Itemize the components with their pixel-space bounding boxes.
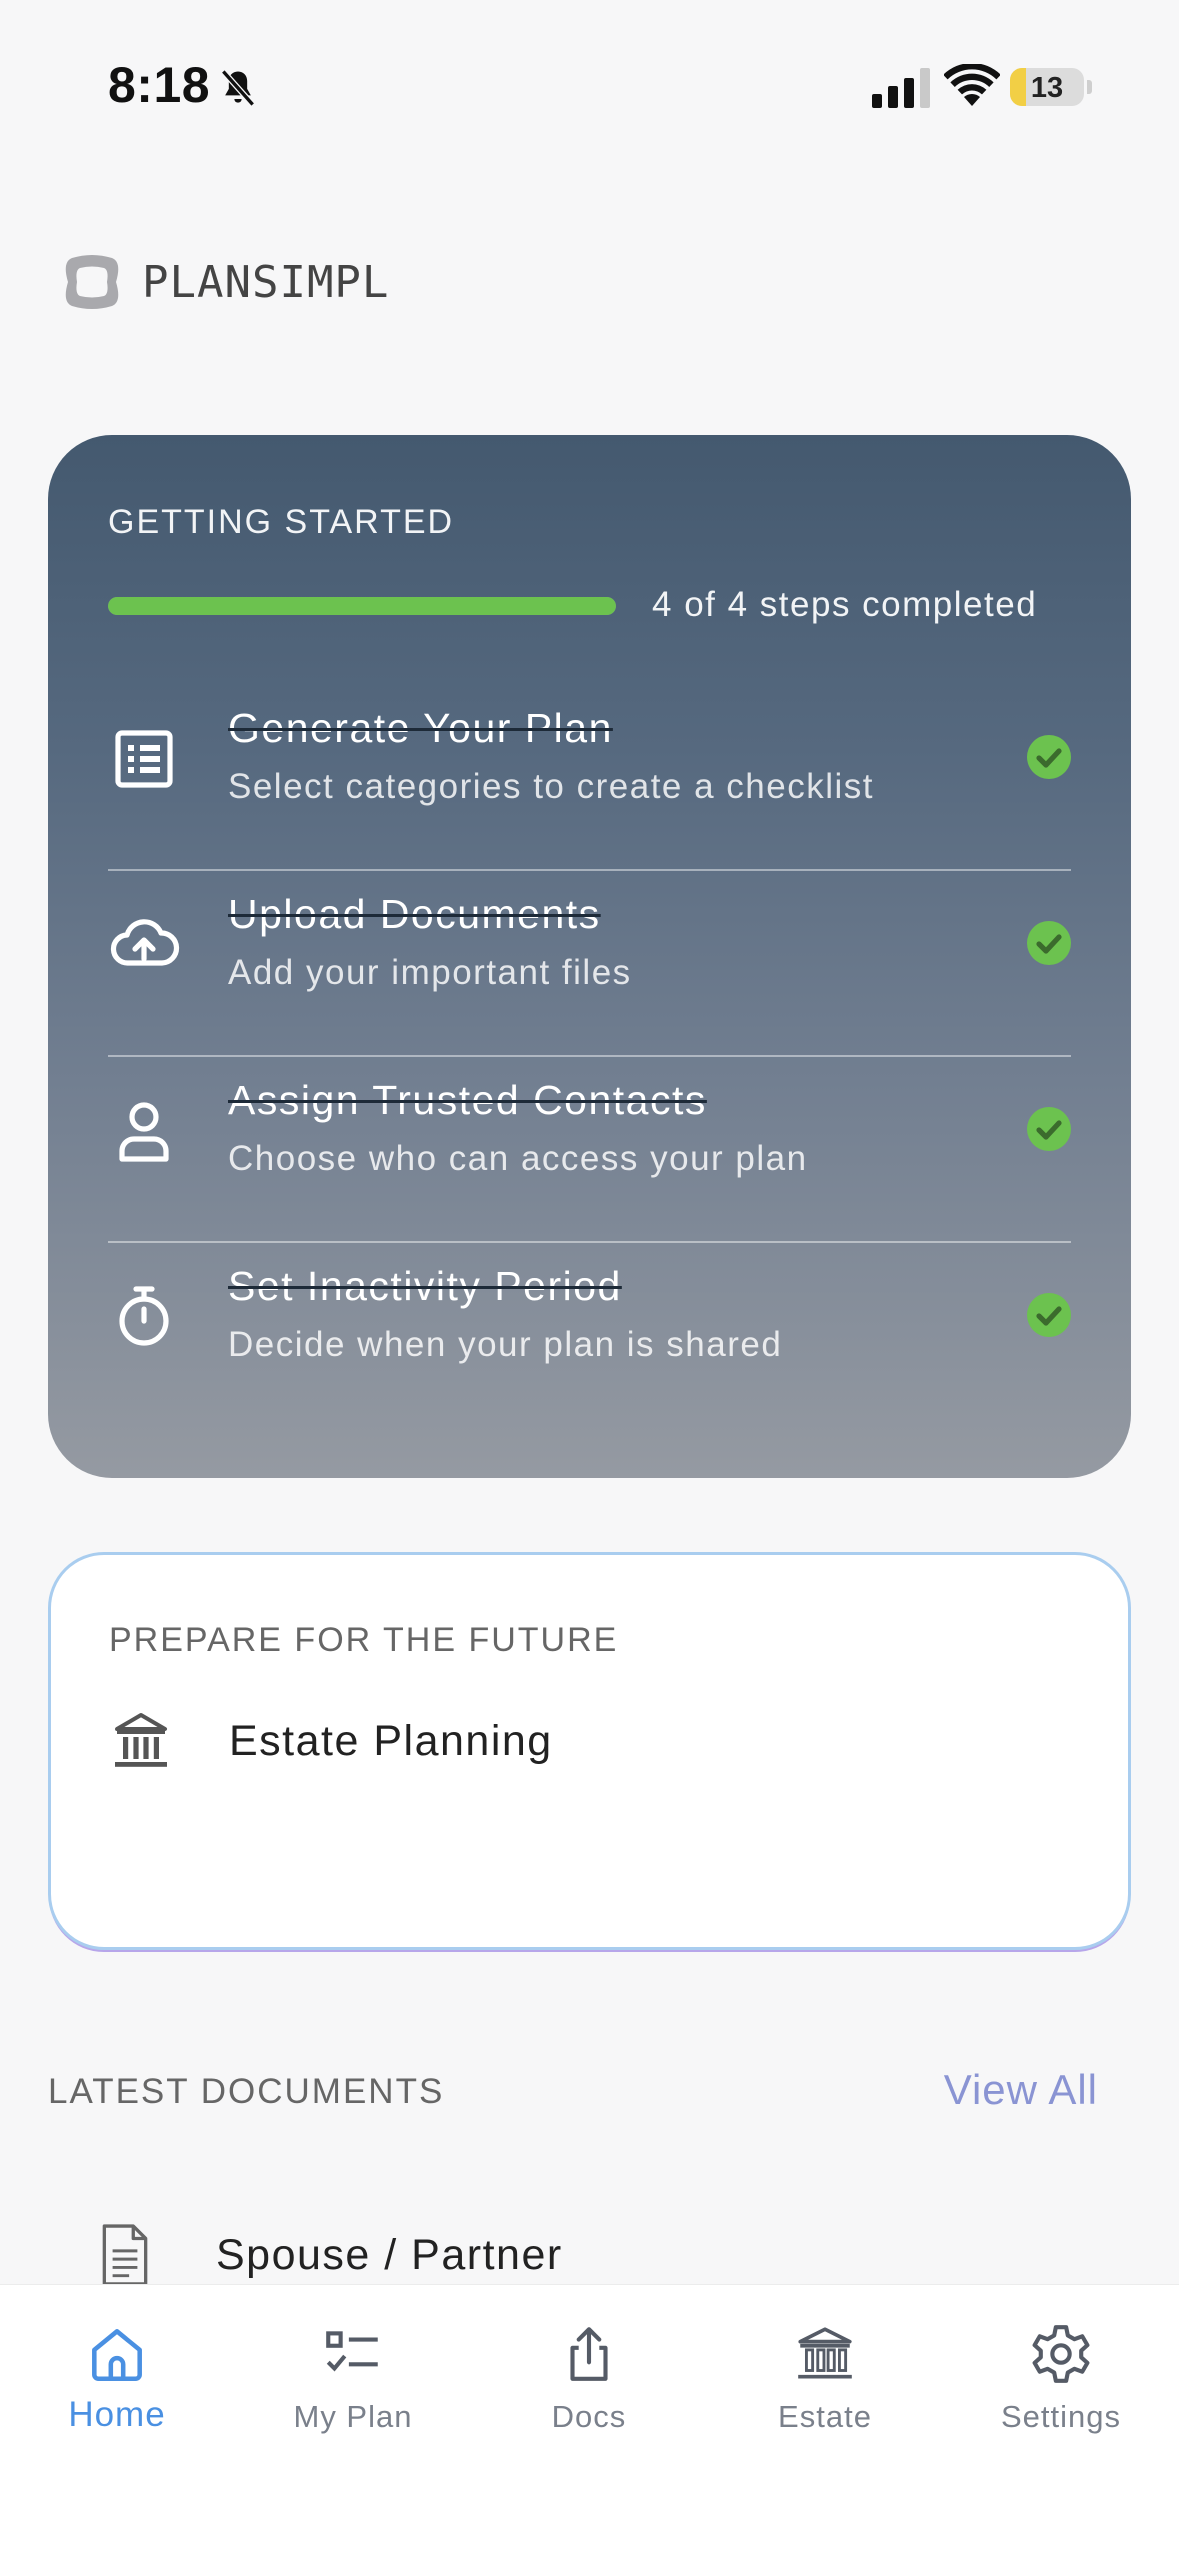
bank-icon (115, 1713, 167, 1767)
step-subtitle: Decide when your plan is shared (228, 1325, 783, 1364)
check-circle-icon (1027, 1293, 1071, 1337)
bell-muted-icon (221, 69, 255, 107)
step-upload-documents[interactable]: Upload Documents Add your important file… (108, 871, 1071, 1057)
step-title: Set Inactivity Period (228, 1263, 622, 1309)
home-icon (92, 2329, 142, 2382)
step-title: Generate Your Plan (228, 705, 613, 751)
bottom-tab-bar: Home My Plan Docs Estate Settings (0, 2284, 1179, 2556)
document-icon (102, 2224, 148, 2286)
document-name: Spouse / Partner (216, 2230, 563, 2279)
estate-planning-label: Estate Planning (229, 1716, 553, 1765)
person-icon (119, 1102, 169, 1162)
check-circle-icon (1027, 735, 1071, 779)
tab-label: Estate (778, 2399, 872, 2434)
progress-bar-fill (108, 597, 616, 615)
step-generate-plan[interactable]: Generate Your Plan Select categories to … (108, 685, 1071, 871)
cloud-upload-icon (110, 919, 180, 966)
view-all-link[interactable]: View All (944, 2066, 1098, 2114)
gear-icon (1032, 2325, 1090, 2383)
tab-docs[interactable]: Docs (489, 2321, 689, 2441)
prepare-title: PREPARE FOR THE FUTURE (109, 1621, 619, 1659)
getting-started-card: GETTING STARTED 4 of 4 steps completed G… (48, 435, 1131, 1478)
prepare-for-future-card: PREPARE FOR THE FUTURE Estate Planning (48, 1552, 1131, 1950)
latest-documents-header: LATEST DOCUMENTS View All (48, 2066, 1098, 2122)
bank-icon (798, 2327, 852, 2379)
step-subtitle: Add your important files (228, 953, 632, 992)
check-circle-icon (1027, 921, 1071, 965)
tab-estate[interactable]: Estate (725, 2321, 925, 2441)
step-subtitle: Select categories to create a checklist (228, 767, 875, 806)
wifi-icon (944, 64, 1000, 106)
step-title: Upload Documents (228, 891, 601, 937)
tab-my-plan[interactable]: My Plan (253, 2321, 453, 2441)
progress-bar (108, 597, 616, 615)
latest-documents-title: LATEST DOCUMENTS (48, 2072, 445, 2111)
tab-label: Home (68, 2395, 166, 2434)
tab-label: My Plan (293, 2399, 413, 2434)
check-circle-icon (1027, 1107, 1071, 1151)
tab-label: Settings (1000, 2399, 1121, 2434)
checklist-icon (115, 730, 173, 788)
status-bar: 8:18 13 (0, 0, 1179, 170)
cellular-signal-icon (872, 68, 930, 108)
status-time: 8:18 (108, 57, 211, 113)
battery-indicator: 13 (1010, 68, 1084, 106)
battery-percentage: 13 (1030, 72, 1064, 104)
plansimpl-logo-icon (65, 255, 119, 309)
tab-home[interactable]: Home (17, 2321, 217, 2441)
tab-settings[interactable]: Settings (961, 2321, 1161, 2441)
stopwatch-icon (119, 1286, 169, 1346)
document-list-item[interactable]: Spouse / Partner (100, 2220, 563, 2290)
brand-name: PLANSIMPL (142, 256, 390, 308)
step-assign-contacts[interactable]: Assign Trusted Contacts Choose who can a… (108, 1057, 1071, 1243)
tab-label: Docs (551, 2399, 627, 2434)
share-upload-icon (570, 2327, 608, 2381)
brand-header: PLANSIMPL (60, 248, 389, 316)
estate-planning-item[interactable]: Estate Planning (109, 1701, 553, 1781)
step-subtitle: Choose who can access your plan (228, 1139, 808, 1178)
step-inactivity-period[interactable]: Set Inactivity Period Decide when your p… (108, 1243, 1071, 1429)
getting-started-title: GETTING STARTED (108, 503, 455, 541)
step-title: Assign Trusted Contacts (228, 1077, 707, 1123)
battery-cap (1087, 80, 1092, 94)
progress-text: 4 of 4 steps completed (652, 585, 1038, 624)
list-check-icon (326, 2331, 378, 2372)
